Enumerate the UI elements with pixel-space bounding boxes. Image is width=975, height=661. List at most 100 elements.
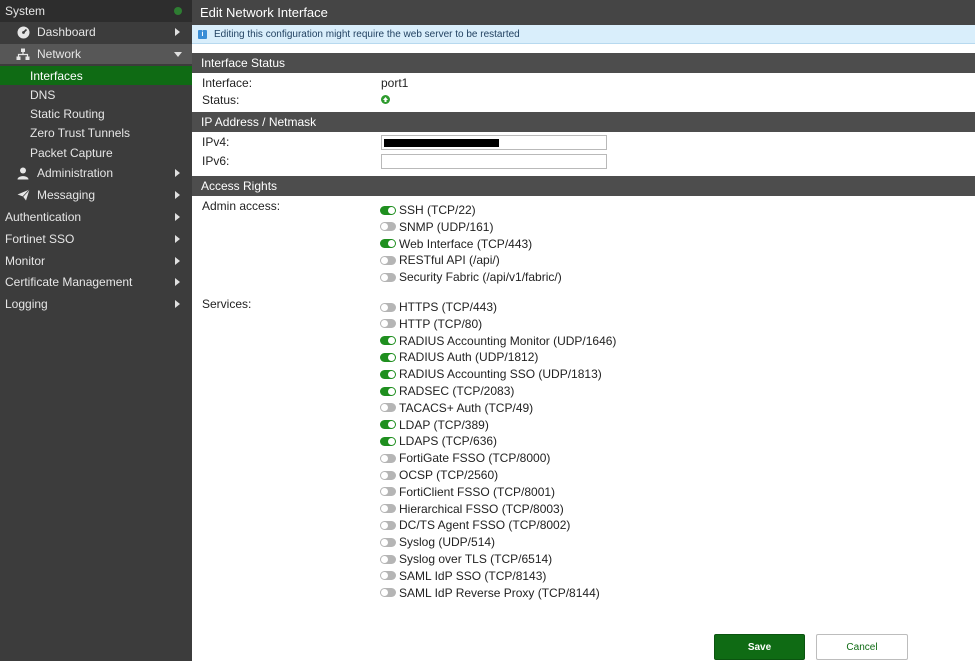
- toggle-switch[interactable]: [380, 571, 396, 581]
- services-option[interactable]: RADIUS Accounting SSO (UDP/1813): [380, 366, 602, 382]
- network-icon: [16, 47, 30, 61]
- sidebar-item-certificate-management[interactable]: Certificate Management: [0, 272, 192, 292]
- toggle-switch[interactable]: [380, 436, 396, 446]
- services-option[interactable]: SAML IdP Reverse Proxy (TCP/8144): [380, 585, 600, 601]
- services-option[interactable]: Syslog (UDP/514): [380, 534, 495, 550]
- toggle-knob: [381, 521, 388, 529]
- toggle-switch[interactable]: [380, 239, 396, 249]
- option-label: RADSEC (TCP/2083): [399, 384, 515, 398]
- toggle-switch[interactable]: [380, 403, 396, 413]
- paper-plane-icon: [16, 188, 30, 202]
- sidebar-item-messaging[interactable]: Messaging: [0, 185, 192, 205]
- toggle-switch[interactable]: [380, 588, 396, 598]
- toggle-switch[interactable]: [380, 302, 396, 312]
- services-option[interactable]: RADIUS Accounting Monitor (UDP/1646): [380, 333, 616, 349]
- sidebar-item-label: Fortinet SSO: [5, 232, 75, 246]
- toggle-switch[interactable]: [380, 336, 396, 346]
- services-option[interactable]: HTTP (TCP/80): [380, 316, 482, 332]
- sidebar-item-zero-trust-tunnels[interactable]: Zero Trust Tunnels: [0, 123, 192, 143]
- toggle-knob: [381, 404, 388, 412]
- sidebar-item-authentication[interactable]: Authentication: [0, 207, 192, 227]
- toggle-switch[interactable]: [380, 369, 396, 379]
- toggle-knob: [381, 303, 388, 311]
- chevron-right-icon: [175, 300, 180, 308]
- toggle-switch[interactable]: [380, 386, 396, 396]
- option-label: Hierarchical FSSO (TCP/8003): [399, 501, 564, 516]
- dashboard-icon: [16, 25, 30, 39]
- option-label: Syslog (UDP/514): [399, 535, 496, 550]
- toggle-switch[interactable]: [380, 272, 396, 282]
- sidebar-item-packet-capture[interactable]: Packet Capture: [0, 143, 192, 163]
- toggle-knob: [381, 223, 388, 231]
- option-label: RADIUS Accounting SSO (UDP/1813): [399, 367, 602, 382]
- sidebar-item-logging[interactable]: Logging: [0, 294, 192, 314]
- option-label: LDAPS (TCP/636): [399, 434, 498, 449]
- services-option[interactable]: OCSP (TCP/2560): [380, 467, 498, 483]
- toggle-switch[interactable]: [380, 319, 396, 329]
- services-option[interactable]: SAML IdP SSO (TCP/8143): [380, 568, 546, 584]
- services-option[interactable]: Syslog over TLS (TCP/6514): [380, 551, 552, 567]
- services-option[interactable]: RADSEC (TCP/2083): [380, 383, 514, 399]
- sidebar-item-dns[interactable]: DNS: [0, 85, 192, 105]
- toggle-switch[interactable]: [380, 420, 396, 430]
- services-option[interactable]: HTTPS (TCP/443): [380, 299, 497, 315]
- sidebar-system[interactable]: System: [0, 0, 192, 22]
- services-label: Services:: [202, 297, 252, 311]
- sidebar-item-interfaces[interactable]: Interfaces: [0, 66, 192, 85]
- toggle-knob: [388, 337, 395, 345]
- services-option[interactable]: LDAP (TCP/389): [380, 417, 489, 433]
- admin-option[interactable]: SSH (TCP/22): [380, 202, 476, 218]
- services-option[interactable]: DC/TS Agent FSSO (TCP/8002): [380, 517, 570, 533]
- sidebar-item-monitor[interactable]: Monitor: [0, 251, 192, 271]
- toggle-switch[interactable]: [380, 487, 396, 497]
- ipv6-input[interactable]: [381, 154, 607, 169]
- toggle-knob: [381, 572, 388, 580]
- main-panel: Edit Network Interface i Editing this co…: [192, 0, 975, 661]
- admin-option[interactable]: RESTful API (/api/): [380, 252, 500, 268]
- toggle-switch[interactable]: [380, 504, 396, 514]
- admin-option[interactable]: Web Interface (TCP/443): [380, 236, 532, 252]
- chevron-right-icon: [175, 278, 180, 286]
- services-option[interactable]: LDAPS (TCP/636): [380, 433, 497, 449]
- services-option[interactable]: RADIUS Auth (UDP/1812): [380, 349, 538, 365]
- chevron-right-icon: [175, 191, 180, 199]
- option-label: RADIUS Accounting Monitor (UDP/1646): [399, 333, 617, 348]
- ipv4-input[interactable]: [381, 135, 607, 150]
- admin-option[interactable]: Security Fabric (/api/v1/fabric/): [380, 269, 562, 285]
- sidebar-item-network[interactable]: Network: [0, 44, 192, 64]
- toggle-knob: [381, 505, 388, 513]
- option-label: FortiClient FSSO (TCP/8001): [399, 484, 556, 499]
- option-label: Web Interface (TCP/443): [399, 236, 533, 251]
- toggle-knob: [381, 589, 388, 597]
- sidebar-item-label: Messaging: [37, 188, 96, 202]
- sidebar-item-static-routing[interactable]: Static Routing: [0, 104, 192, 124]
- toggle-switch[interactable]: [380, 453, 396, 463]
- toggle-switch[interactable]: [380, 255, 396, 265]
- toggle-knob: [381, 555, 388, 563]
- services-option[interactable]: TACACS+ Auth (TCP/49): [380, 400, 533, 416]
- toggle-switch[interactable]: [380, 205, 396, 215]
- save-button[interactable]: Save: [714, 634, 805, 660]
- services-option[interactable]: Hierarchical FSSO (TCP/8003): [380, 501, 564, 517]
- toggle-switch[interactable]: [380, 222, 396, 232]
- services-option[interactable]: FortiGate FSSO (TCP/8000): [380, 450, 550, 466]
- admin-option[interactable]: SNMP (UDP/161): [380, 219, 493, 235]
- sidebar-item-administration[interactable]: Administration: [0, 163, 192, 183]
- option-label: RADIUS Auth (UDP/1812): [399, 350, 539, 365]
- toggle-switch[interactable]: [380, 470, 396, 480]
- sidebar-item-dashboard[interactable]: Dashboard: [0, 22, 192, 42]
- sidebar-item-label: Interfaces: [30, 68, 83, 83]
- toggle-switch[interactable]: [380, 554, 396, 564]
- toggle-switch[interactable]: [380, 537, 396, 547]
- toggle-switch[interactable]: [380, 520, 396, 530]
- sidebar-item-fortinet-sso[interactable]: Fortinet SSO: [0, 229, 192, 249]
- toggle-switch[interactable]: [380, 352, 396, 362]
- cancel-button[interactable]: Cancel: [816, 634, 908, 660]
- sidebar-item-label: Network: [37, 47, 82, 61]
- sidebar-item-label: Monitor: [5, 254, 46, 268]
- services-option[interactable]: FortiClient FSSO (TCP/8001): [380, 484, 555, 500]
- sidebar-item-label: Packet Capture: [30, 146, 113, 160]
- page-title: Edit Network Interface: [192, 0, 975, 25]
- toggle-knob: [381, 454, 388, 462]
- user-icon: [16, 166, 30, 180]
